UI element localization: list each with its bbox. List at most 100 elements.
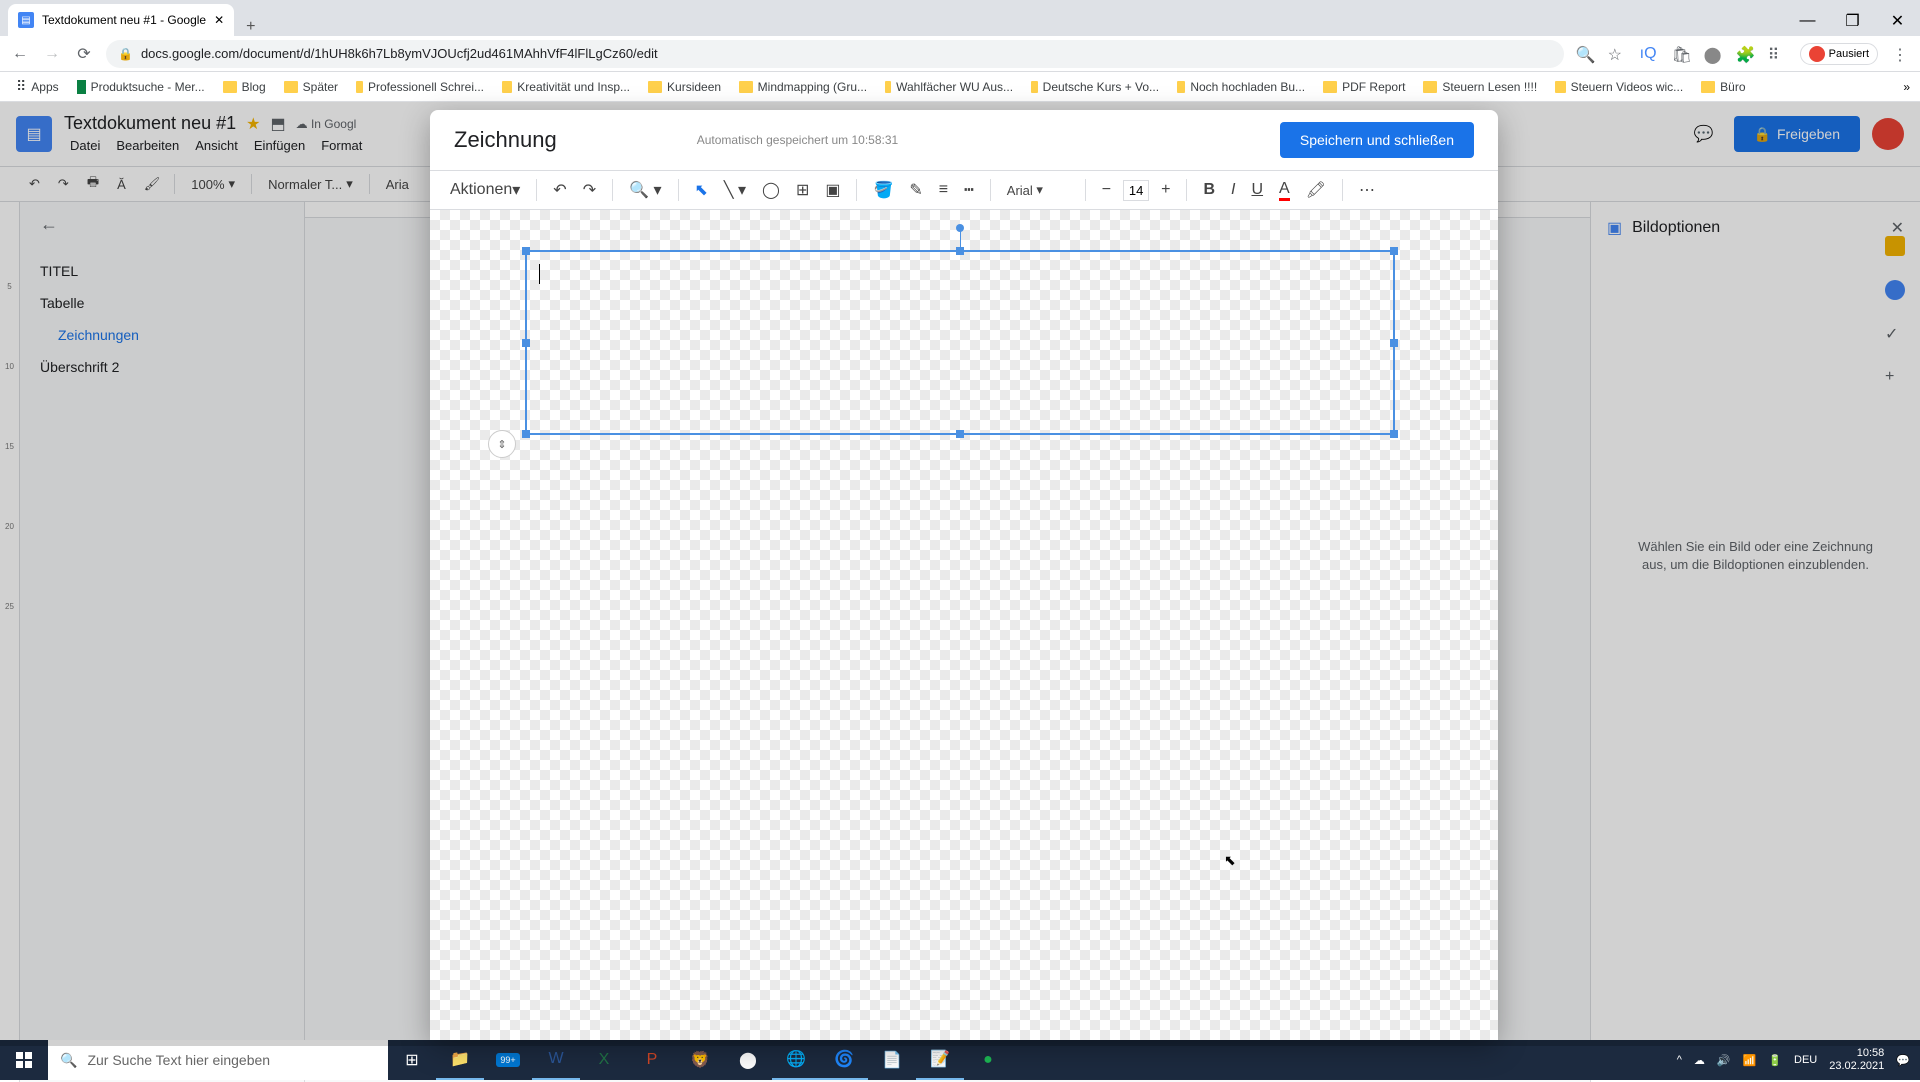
bookmarks-bar: ⠿Apps Produktsuche - Mer... Blog Später …: [0, 72, 1920, 102]
url-input[interactable]: 🔒 docs.google.com/document/d/1hUH8k6h7Lb…: [106, 40, 1564, 68]
bookmark-item[interactable]: PDF Report: [1317, 80, 1411, 94]
shape-tool[interactable]: ◯: [758, 180, 784, 200]
drawing-modal-title: Zeichnung: [454, 127, 557, 153]
browser-tab[interactable]: ▤ Textdokument neu #1 - Google ✕: [8, 4, 234, 36]
zoom-icon[interactable]: 🔍: [1576, 45, 1594, 63]
resize-handle-bl[interactable]: [522, 430, 530, 438]
apps-grid-icon[interactable]: ⠿: [1768, 45, 1786, 63]
resize-handle-ml[interactable]: [522, 339, 530, 347]
bookmark-item[interactable]: Steuern Lesen !!!!: [1417, 80, 1543, 94]
bookmark-item[interactable]: Wahlfächer WU Aus...: [879, 80, 1019, 94]
rotation-handle[interactable]: [956, 224, 964, 232]
italic-button[interactable]: I: [1227, 181, 1239, 199]
word-app[interactable]: W: [532, 1040, 580, 1080]
chrome-app[interactable]: 🌐: [772, 1040, 820, 1080]
edge-app[interactable]: 🌀: [820, 1040, 868, 1080]
docs-favicon: ▤: [18, 12, 34, 28]
clock[interactable]: 10:58 23.02.2021: [1829, 1047, 1884, 1073]
tray-expand-icon[interactable]: ^: [1677, 1054, 1682, 1066]
powerpoint-app[interactable]: P: [628, 1040, 676, 1080]
wifi-icon[interactable]: 📶: [1743, 1054, 1757, 1067]
adblock-icon[interactable]: ⬤: [1704, 45, 1722, 63]
notifications-icon[interactable]: 💬: [1896, 1054, 1910, 1067]
menu-icon[interactable]: ⋮: [1892, 45, 1910, 63]
star-icon[interactable]: ☆: [1608, 45, 1626, 63]
notes-app[interactable]: 📝: [916, 1040, 964, 1080]
new-tab-button[interactable]: +: [234, 18, 267, 36]
actions-menu[interactable]: Aktionen ▾: [446, 180, 524, 200]
cart-icon[interactable]: 🛍: [1672, 45, 1690, 63]
resize-handle-mr[interactable]: [1390, 339, 1398, 347]
apps-shortcut[interactable]: ⠿Apps: [10, 78, 65, 95]
volume-icon[interactable]: 🔊: [1717, 1054, 1731, 1067]
text-box-shape[interactable]: [525, 250, 1395, 435]
zoom-button[interactable]: 🔍 ▾: [625, 180, 665, 200]
search-icon: 🔍: [60, 1052, 77, 1069]
bookmark-item[interactable]: Büro: [1695, 80, 1751, 94]
translate-icon[interactable]: ıQ: [1640, 45, 1658, 63]
tab-title: Textdokument neu #1 - Google: [42, 13, 206, 27]
language-indicator[interactable]: DEU: [1794, 1054, 1817, 1066]
textbox-tool[interactable]: ⊞: [792, 180, 813, 200]
save-and-close-button[interactable]: Speichern und schließen: [1280, 122, 1474, 158]
redo-button[interactable]: ↷: [579, 180, 600, 200]
bookmarks-overflow-icon[interactable]: »: [1903, 80, 1910, 94]
bookmark-item[interactable]: Mindmapping (Gru...: [733, 80, 873, 94]
minimize-icon[interactable]: —: [1785, 6, 1830, 36]
resize-handle-mt[interactable]: [956, 247, 964, 255]
obs-app[interactable]: ⬤: [724, 1040, 772, 1080]
border-color-button[interactable]: ✎: [905, 180, 926, 200]
undo-button[interactable]: ↶: [549, 180, 570, 200]
reload-button[interactable]: ⟳: [74, 44, 94, 64]
bold-button[interactable]: B: [1199, 181, 1219, 199]
canvas-expand-handle[interactable]: ⇕: [488, 430, 516, 458]
resize-handle-tr[interactable]: [1390, 247, 1398, 255]
underline-button[interactable]: U: [1247, 181, 1267, 199]
taskbar-search[interactable]: 🔍 Zur Suche Text hier eingeben: [48, 1040, 388, 1080]
maximize-icon[interactable]: ❐: [1830, 6, 1875, 36]
bookmark-item[interactable]: Blog: [217, 80, 272, 94]
task-view-button[interactable]: ⊞: [388, 1040, 436, 1080]
bookmark-item[interactable]: Produktsuche - Mer...: [71, 80, 211, 94]
resize-handle-tl[interactable]: [522, 247, 530, 255]
extensions-icon[interactable]: 🧩: [1736, 45, 1754, 63]
onedrive-icon[interactable]: ☁: [1694, 1054, 1705, 1067]
select-tool[interactable]: ⬉: [691, 180, 712, 200]
font-size-input[interactable]: [1123, 180, 1149, 201]
battery-icon[interactable]: 🔋: [1768, 1054, 1782, 1067]
profile-paused-badge[interactable]: Pausiert: [1800, 43, 1878, 65]
more-options-button[interactable]: ⋯: [1355, 180, 1379, 200]
font-decrease-button[interactable]: −: [1098, 181, 1115, 199]
brave-app[interactable]: 🦁: [676, 1040, 724, 1080]
fill-color-button[interactable]: 🪣: [869, 180, 897, 200]
mail-app[interactable]: 99+: [484, 1040, 532, 1080]
bookmark-item[interactable]: Noch hochladen Bu...: [1171, 80, 1311, 94]
text-color-button[interactable]: A: [1275, 180, 1294, 201]
start-button[interactable]: [0, 1040, 48, 1080]
bookmark-item[interactable]: Kreativität und Insp...: [496, 80, 636, 94]
notepad-app[interactable]: 📄: [868, 1040, 916, 1080]
font-increase-button[interactable]: +: [1157, 181, 1174, 199]
forward-button[interactable]: →: [42, 44, 62, 64]
image-tool[interactable]: ▣: [821, 180, 844, 200]
close-window-icon[interactable]: ✕: [1875, 6, 1920, 36]
resize-handle-br[interactable]: [1390, 430, 1398, 438]
lock-icon: 🔒: [118, 47, 133, 61]
line-tool[interactable]: ╲ ▾: [720, 180, 750, 200]
bookmark-item[interactable]: Professionell Schrei...: [350, 80, 490, 94]
bookmark-item[interactable]: Steuern Videos wic...: [1549, 80, 1689, 94]
border-dash-button[interactable]: ┅: [960, 180, 978, 200]
back-button[interactable]: ←: [10, 44, 30, 64]
spotify-app[interactable]: ●: [964, 1040, 1012, 1080]
explorer-app[interactable]: 📁: [436, 1040, 484, 1080]
highlight-button[interactable]: 🖍: [1302, 180, 1330, 200]
excel-app[interactable]: X: [580, 1040, 628, 1080]
bookmark-item[interactable]: Kursideen: [642, 80, 727, 94]
close-tab-icon[interactable]: ✕: [214, 13, 224, 27]
bookmark-item[interactable]: Deutsche Kurs + Vo...: [1025, 80, 1165, 94]
font-select[interactable]: Arial ▾: [1003, 182, 1073, 198]
drawing-canvas[interactable]: ⇕: [430, 210, 1498, 1040]
resize-handle-mb[interactable]: [956, 430, 964, 438]
bookmark-item[interactable]: Später: [278, 80, 344, 94]
border-weight-button[interactable]: ≡: [935, 181, 952, 199]
